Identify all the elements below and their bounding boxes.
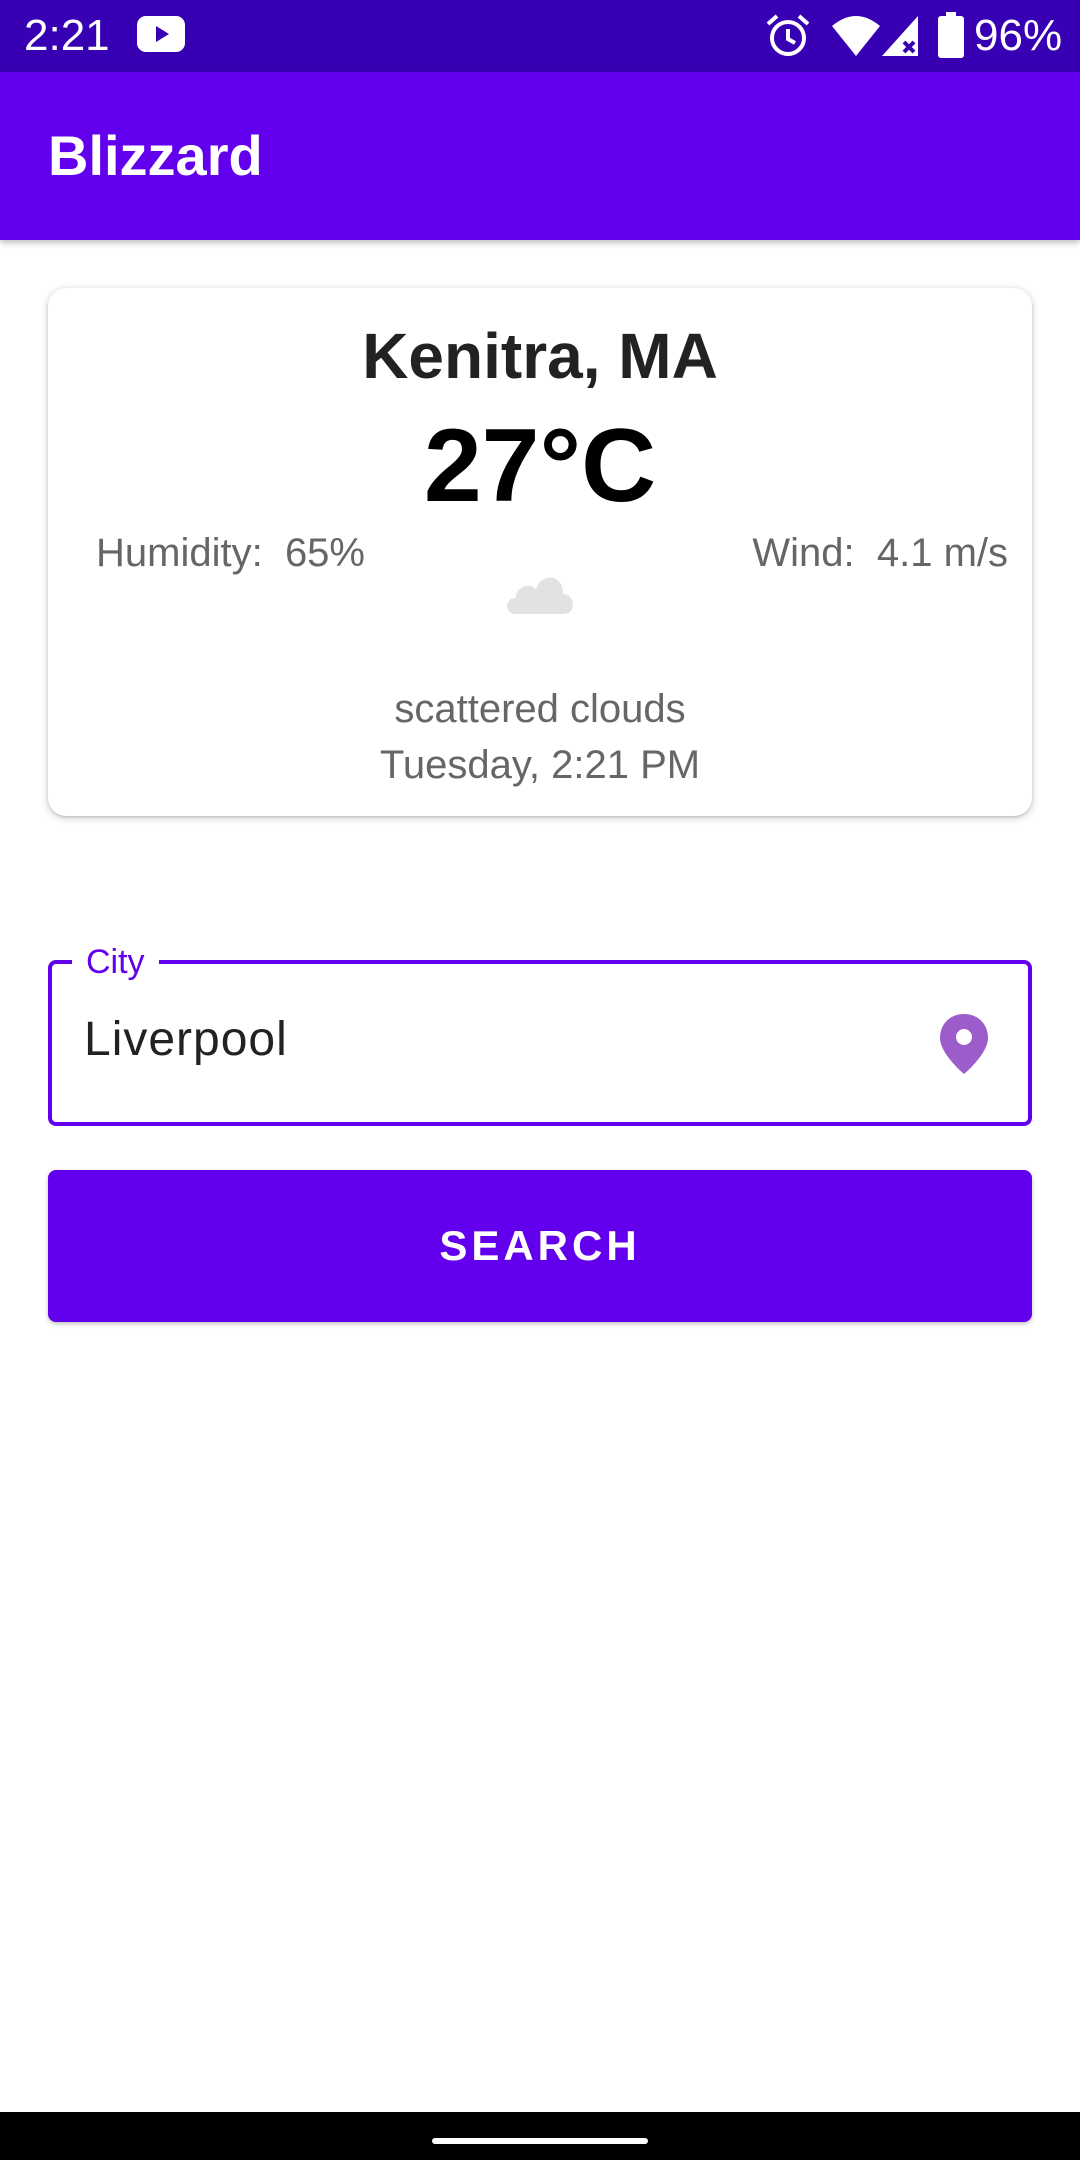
weather-card: Kenitra, MA 27°C Humidity: 65% Wind: 4.1… [48, 288, 1032, 816]
search-button[interactable]: SEARCH [48, 1170, 1032, 1322]
alarm-icon [766, 14, 810, 56]
youtube-icon [137, 16, 185, 52]
status-bar: 2:21 96% [0, 0, 1080, 72]
cloud-icon [507, 577, 573, 614]
status-time: 2:21 [24, 11, 110, 60]
city-field-label: City [72, 942, 159, 982]
home-handle[interactable] [432, 2138, 648, 2144]
wind: Wind: 4.1 m/s [752, 528, 1008, 578]
battery-percentage: 96% [974, 11, 1063, 60]
humidity-label: Humidity: [96, 531, 263, 575]
wifi-icon [832, 16, 880, 56]
app-bar: Blizzard [0, 72, 1080, 240]
location-pin-icon[interactable] [938, 1012, 990, 1076]
humidity-value: 65% [284, 531, 365, 575]
humidity: Humidity: 65% [96, 528, 365, 578]
temperature: 27°C [423, 408, 657, 524]
weather-datetime: Tuesday, 2:21 PM [379, 743, 701, 787]
navigation-bar [0, 2112, 1080, 2160]
signal-icon [882, 16, 918, 56]
city-field[interactable]: City [48, 942, 1032, 1126]
wind-label: Wind: [752, 531, 855, 575]
city-input[interactable] [84, 1004, 884, 1074]
wind-value: 4.1 m/s [876, 531, 1008, 575]
weather-description: scattered clouds [394, 687, 686, 731]
city-name: Kenitra, MA [362, 320, 718, 392]
app-title: Blizzard [48, 124, 263, 187]
battery-icon [938, 12, 964, 58]
